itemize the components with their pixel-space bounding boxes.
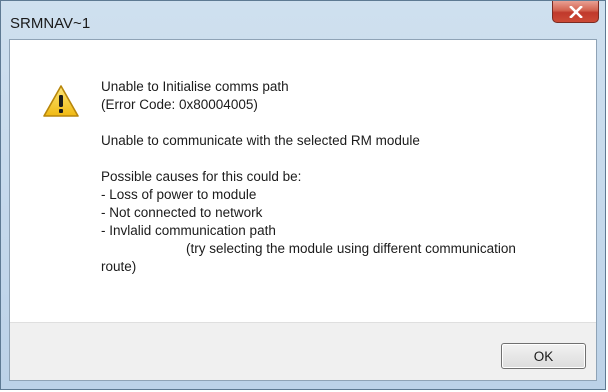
- error-message: Unable to Initialise comms path (Error C…: [101, 78, 581, 276]
- close-button[interactable]: [552, 1, 599, 23]
- warning-icon: [43, 85, 79, 117]
- dialog-body: Unable to Initialise comms path (Error C…: [9, 39, 597, 381]
- message-line: Unable to Initialise comms path: [101, 79, 289, 94]
- window-title: SRMNAV~1: [10, 15, 91, 32]
- close-icon: [568, 5, 583, 18]
- button-bar: OK: [10, 322, 596, 380]
- ok-button[interactable]: OK: [501, 343, 586, 369]
- message-line: Possible causes for this could be:: [101, 169, 302, 184]
- message-line: Unable to communicate with the selected …: [101, 133, 420, 148]
- title-bar[interactable]: SRMNAV~1: [1, 1, 605, 41]
- error-code-line: (Error Code: 0x80004005): [101, 97, 258, 112]
- hint-line: route): [101, 259, 137, 274]
- dialog-window: SRMNAV~1 Unable to Initialise comms path…: [0, 0, 606, 390]
- hint-line: (try selecting the module using differen…: [186, 241, 516, 256]
- cause-item: - Invlalid communication path: [101, 223, 276, 238]
- cause-item: - Loss of power to module: [101, 187, 257, 202]
- message-area: Unable to Initialise comms path (Error C…: [10, 40, 596, 322]
- cause-item: - Not connected to network: [101, 205, 263, 220]
